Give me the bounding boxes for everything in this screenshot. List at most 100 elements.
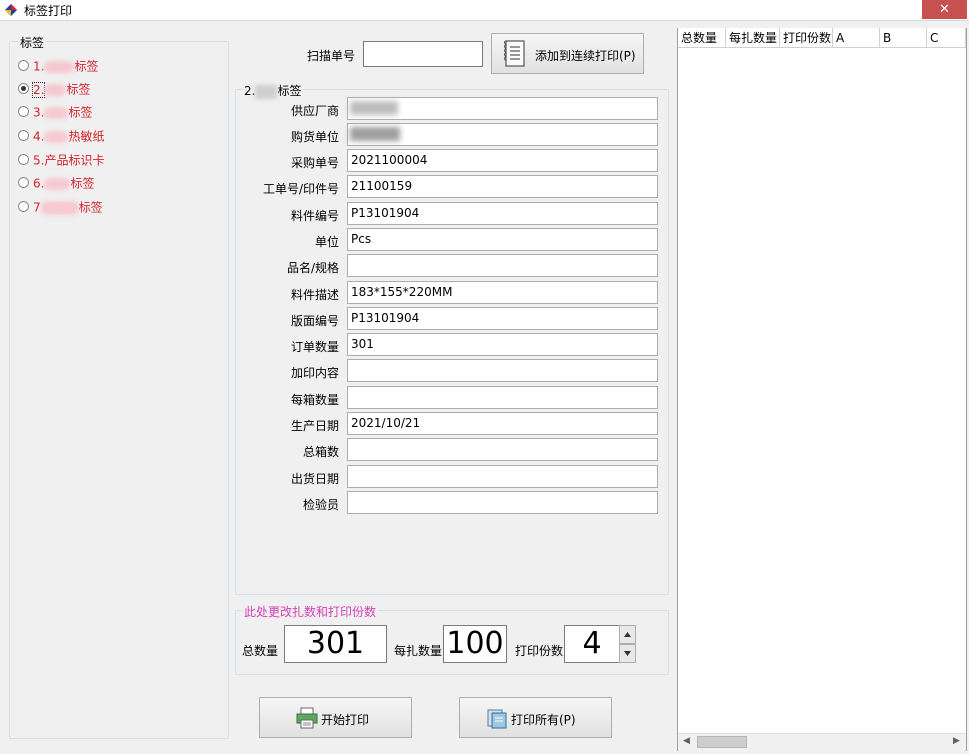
- field-input-inspector[interactable]: [347, 491, 658, 514]
- field-label-production-date: 生产日期: [290, 419, 339, 433]
- field-input-material-desc[interactable]: 183*155*220MM: [347, 281, 658, 304]
- field-input-total-boxes[interactable]: [347, 438, 658, 461]
- radio-label-prefix: 7: [33, 200, 41, 215]
- radio-label-3[interactable]: 3. 标签: [18, 104, 92, 120]
- radio-button-icon: [18, 177, 29, 188]
- field-input-work-order[interactable]: 21100159: [347, 175, 658, 198]
- scan-label: 扫描单号: [307, 49, 356, 63]
- copies-spin-up-button[interactable]: [619, 625, 636, 644]
- radio-button-icon: [18, 130, 29, 141]
- per-bundle-qty-label: 每扎数量: [394, 644, 443, 658]
- field-label-per-box-qty: 每箱数量: [290, 393, 339, 407]
- field-input-purchase-no[interactable]: 2021100004: [347, 149, 658, 172]
- document-icon: [504, 40, 525, 67]
- field-label-order-qty: 订单数量: [290, 340, 339, 354]
- radio-label-suffix: 标签: [70, 176, 95, 191]
- radio-label-suffix: 标签: [78, 200, 103, 215]
- field-label-work-order: 工单号/印件号: [262, 182, 339, 196]
- grid-header-print-copies[interactable]: 打印份数: [780, 28, 833, 48]
- detail-legend-suffix: 标签: [277, 84, 302, 98]
- grid-header-per-bundle-qty[interactable]: 每扎数量: [726, 28, 780, 48]
- radio-label-6[interactable]: 6. 标签: [18, 175, 94, 191]
- radio-label-prefix: 5.: [33, 153, 45, 168]
- radio-button-icon: [18, 83, 29, 94]
- radio-label-prefix: 2.: [31, 81, 46, 98]
- radio-label-7[interactable]: 7 标签: [18, 199, 103, 215]
- radio-label-prefix: 6.: [33, 176, 45, 191]
- radio-button-icon: [18, 60, 29, 71]
- total-qty-input[interactable]: 301: [284, 625, 387, 663]
- field-input-ship-date[interactable]: [347, 465, 658, 488]
- scrollbar-thumb[interactable]: [697, 736, 747, 748]
- field-label-buyer: 购货单位: [290, 130, 339, 144]
- quantity-group-legend: 此处更改扎数和打印份数: [242, 603, 379, 620]
- radio-label-4[interactable]: 4. 热敏纸: [18, 128, 104, 144]
- field-label-material-no: 料件编号: [290, 209, 339, 223]
- detail-legend-prefix: 2.: [244, 84, 256, 98]
- title-bar: 标签打印 ✕: [0, 0, 969, 21]
- add-to-continuous-print-label: 添加到连续打印(P): [535, 49, 636, 63]
- grid-header-b[interactable]: B: [880, 28, 927, 48]
- radio-label-suffix: 标签: [74, 59, 99, 74]
- field-label-total-boxes: 总箱数: [302, 445, 339, 459]
- field-input-order-qty[interactable]: 301: [347, 333, 658, 356]
- radio-button-icon: [18, 201, 29, 212]
- radio-button-icon: [18, 106, 29, 117]
- radio-label-suffix: 标签: [68, 105, 93, 120]
- field-label-plate-no: 版面编号: [290, 314, 339, 328]
- radio-label-1[interactable]: 1. 标签: [18, 58, 98, 74]
- radio-button-icon: [18, 154, 29, 165]
- label-group-legend: 标签: [18, 34, 47, 51]
- radio-label-prefix: 3.: [33, 105, 45, 120]
- field-input-per-box-qty[interactable]: [347, 386, 658, 409]
- add-to-continuous-print-button[interactable]: 添加到连续打印(P): [491, 33, 644, 74]
- field-label-supplier: 供应厂商: [290, 104, 339, 118]
- start-print-button[interactable]: 开始打印: [259, 697, 412, 738]
- grid-header-a[interactable]: A: [833, 28, 880, 48]
- radio-label-5[interactable]: 5.产品标识卡: [18, 152, 104, 168]
- app-icon: [5, 4, 17, 16]
- radio-label-2[interactable]: 2. 标签: [18, 81, 91, 98]
- print-all-icon: [487, 709, 507, 729]
- copies-spin-down-button[interactable]: [619, 644, 636, 663]
- scroll-right-icon[interactable]: ▶: [953, 736, 960, 746]
- print-copies-input[interactable]: 4: [564, 625, 620, 663]
- field-label-unit: 单位: [314, 235, 339, 249]
- grid-header-c[interactable]: C: [927, 28, 966, 48]
- field-label-extra-print: 加印内容: [290, 366, 339, 380]
- radio-label-suffix: 热敏纸: [68, 129, 105, 144]
- field-label-product-spec: 品名/规格: [286, 261, 339, 275]
- scroll-left-icon[interactable]: ◀: [683, 736, 690, 746]
- per-bundle-qty-input[interactable]: 100: [443, 625, 507, 663]
- horizontal-scrollbar[interactable]: ◀ ▶: [678, 733, 966, 751]
- field-input-product-spec[interactable]: [347, 254, 658, 277]
- radio-label-suffix: 产品标识卡: [44, 153, 105, 168]
- detail-group-legend: 2. 标签: [242, 82, 304, 99]
- field-input-extra-print[interactable]: [347, 359, 658, 382]
- print-all-label: 打印所有(P): [511, 713, 576, 727]
- label-group: [9, 41, 229, 739]
- data-grid[interactable]: [677, 28, 967, 751]
- print-copies-label: 打印份数: [515, 644, 564, 658]
- grid-header-total-qty[interactable]: 总数量: [678, 28, 726, 48]
- radio-label-prefix: 4.: [33, 129, 45, 144]
- radio-label-prefix: 1.: [33, 59, 45, 74]
- field-label-purchase-no: 采购单号: [290, 156, 339, 170]
- field-label-ship-date: 出货日期: [290, 472, 339, 486]
- start-print-label: 开始打印: [321, 713, 370, 727]
- total-qty-label: 总数量: [242, 644, 279, 658]
- printer-icon: [296, 707, 318, 729]
- field-input-production-date[interactable]: 2021/10/21: [347, 412, 658, 435]
- print-all-button[interactable]: 打印所有(P): [459, 697, 612, 738]
- scan-input[interactable]: [363, 41, 483, 67]
- field-label-material-desc: 料件描述: [290, 288, 339, 302]
- field-input-plate-no[interactable]: P13101904: [347, 307, 658, 330]
- field-input-unit[interactable]: Pcs: [347, 228, 658, 251]
- field-input-material-no[interactable]: P13101904: [347, 202, 658, 225]
- radio-label-suffix: 标签: [66, 82, 91, 97]
- arrow-down-icon: [624, 651, 631, 656]
- close-button[interactable]: ✕: [922, 0, 967, 19]
- field-label-inspector: 检验员: [302, 498, 339, 512]
- window-title: 标签打印: [24, 4, 73, 18]
- arrow-up-icon: [624, 632, 631, 637]
